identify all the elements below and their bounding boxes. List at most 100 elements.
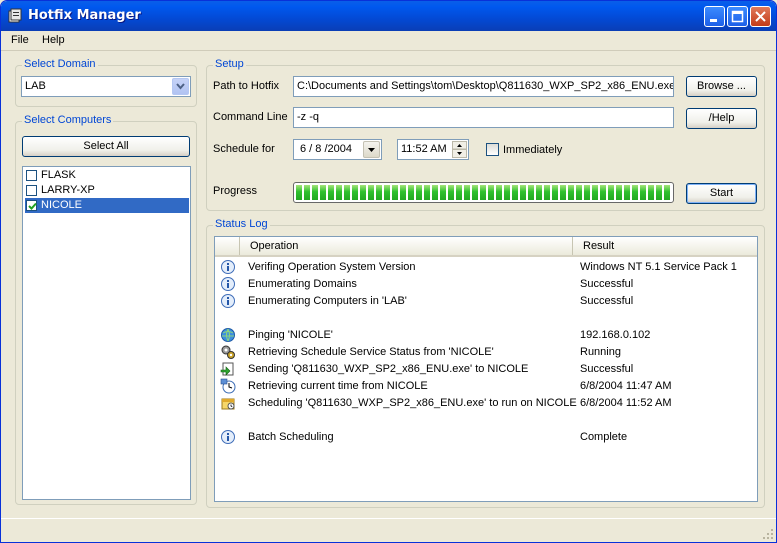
log-operation: Scheduling 'Q811630_WXP_SP2_x86_ENU.exe'… <box>248 397 577 409</box>
log-operation: Pinging 'NICOLE' <box>248 329 333 341</box>
close-icon <box>755 11 766 22</box>
schedule-for-label: Schedule for <box>213 143 275 155</box>
path-to-hotfix-label: Path to Hotfix <box>213 80 280 92</box>
progress-segment <box>456 185 462 200</box>
domain-dropdown-button[interactable] <box>172 78 189 95</box>
select-domain-group: Select Domain LAB <box>15 58 197 107</box>
progress-segment <box>592 185 598 200</box>
progress-segment <box>568 185 574 200</box>
progress-segment <box>304 185 310 200</box>
date-dropdown-button[interactable] <box>363 141 380 158</box>
schedule-time-picker[interactable]: 11:52 AM <box>397 139 469 160</box>
progress-segment <box>496 185 502 200</box>
select-domain-label: Select Domain <box>22 58 98 70</box>
command-line-value: -z -q <box>297 111 319 123</box>
computer-checkbox[interactable] <box>26 170 37 181</box>
log-operation: Verifing Operation System Version <box>248 261 416 273</box>
log-row[interactable]: Pinging 'NICOLE' 192.168.0.102 <box>215 327 757 344</box>
progress-segment <box>640 185 646 200</box>
progress-segment <box>632 185 638 200</box>
progress-segment <box>488 185 494 200</box>
progress-segment <box>296 185 302 200</box>
clock-icon <box>220 378 236 394</box>
setup-group: Setup Path to Hotfix C:\Documents and Se… <box>206 58 765 211</box>
network-icon <box>221 328 235 342</box>
maximize-button[interactable] <box>727 6 748 27</box>
progress-segment <box>336 185 342 200</box>
log-row[interactable]: Batch Scheduling Complete <box>215 429 757 446</box>
checkmark-icon <box>28 202 37 210</box>
menu-help[interactable]: Help <box>42 34 65 46</box>
progress-segment <box>480 185 486 200</box>
start-button[interactable]: Start <box>686 183 757 204</box>
log-row[interactable]: Enumerating Computers in 'LAB' Successful <box>215 293 757 310</box>
log-result: Successful <box>580 363 634 375</box>
command-line-label: Command Line <box>213 111 288 123</box>
computer-name: FLASK <box>41 169 76 181</box>
gears-icon <box>221 345 235 359</box>
immediately-checkbox[interactable] <box>486 143 499 156</box>
progress-segment <box>608 185 614 200</box>
computers-list[interactable]: FLASK LARRY-XP NICOLE <box>22 166 191 500</box>
close-button[interactable] <box>750 6 771 27</box>
progress-segment <box>408 185 414 200</box>
resize-grip-icon[interactable] <box>762 528 774 540</box>
progress-segment <box>664 185 670 200</box>
progress-segment <box>328 185 334 200</box>
progress-segment <box>656 185 662 200</box>
log-operation: Enumerating Computers in 'LAB' <box>248 295 407 307</box>
log-row[interactable]: Sending 'Q811630_WXP_SP2_x86_ENU.exe' to… <box>215 361 757 378</box>
progress-segment <box>368 185 374 200</box>
path-to-hotfix-input[interactable]: C:\Documents and Settings\tom\Desktop\Q8… <box>293 76 674 97</box>
log-row[interactable] <box>215 412 757 429</box>
status-log-group: Status Log Operation Result Verifing Ope… <box>206 218 765 508</box>
log-row[interactable]: Enumerating Domains Successful <box>215 276 757 293</box>
computer-item-nicole[interactable]: NICOLE <box>25 198 189 213</box>
log-result: Running <box>580 346 621 358</box>
computer-checkbox[interactable] <box>26 200 37 211</box>
log-row[interactable]: Verifing Operation System Version Windows… <box>215 259 757 276</box>
schedule-date-picker[interactable]: 6 / 8 /2004 <box>293 139 382 160</box>
help-switch-button[interactable]: /Help <box>686 108 757 129</box>
progress-segment <box>352 185 358 200</box>
time-spinner[interactable] <box>452 141 467 158</box>
setup-label: Setup <box>213 58 246 70</box>
progress-segment <box>448 185 454 200</box>
minimize-icon <box>710 19 717 22</box>
progress-bar <box>293 182 674 203</box>
info-icon <box>221 277 235 291</box>
select-all-button[interactable]: Select All <box>22 136 190 157</box>
browse-button[interactable]: Browse ... <box>686 76 757 97</box>
command-line-input[interactable]: -z -q <box>293 107 674 128</box>
menu-file[interactable]: File <box>11 34 29 46</box>
immediately-label: Immediately <box>503 144 563 156</box>
log-row[interactable] <box>215 310 757 327</box>
hotfix-manager-window: Hotfix Manager File Help Select Domain L… <box>0 0 777 543</box>
progress-segment <box>440 185 446 200</box>
log-row[interactable]: Retrieving Schedule Service Status from … <box>215 344 757 361</box>
progress-segment <box>384 185 390 200</box>
column-header-operation[interactable]: Operation <box>240 237 573 255</box>
info-icon <box>221 260 235 274</box>
computer-item-larry-xp[interactable]: LARRY-XP <box>25 183 189 198</box>
path-value: C:\Documents and Settings\tom\Desktop\Q8… <box>297 80 674 92</box>
title-bar[interactable]: Hotfix Manager <box>1 1 776 31</box>
minimize-button[interactable] <box>704 6 725 27</box>
column-header-icon[interactable] <box>215 237 240 255</box>
status-log-list[interactable]: Operation Result Verifing Operation Syst… <box>214 236 758 502</box>
computer-item-flask[interactable]: FLASK <box>25 168 189 183</box>
domain-combobox[interactable]: LAB <box>21 76 191 97</box>
progress-segment <box>648 185 654 200</box>
log-row[interactable]: Scheduling 'Q811630_WXP_SP2_x86_ENU.exe'… <box>215 395 757 412</box>
progress-fill <box>296 185 671 200</box>
select-computers-label: Select Computers <box>22 114 114 126</box>
progress-segment <box>536 185 542 200</box>
progress-segment <box>416 185 422 200</box>
column-header-result[interactable]: Result <box>573 237 758 255</box>
computer-checkbox[interactable] <box>26 185 37 196</box>
progress-segment <box>320 185 326 200</box>
progress-segment <box>464 185 470 200</box>
progress-segment <box>312 185 318 200</box>
log-row[interactable]: Retrieving current time from NICOLE 6/8/2… <box>215 378 757 395</box>
log-result: Complete <box>580 431 628 443</box>
